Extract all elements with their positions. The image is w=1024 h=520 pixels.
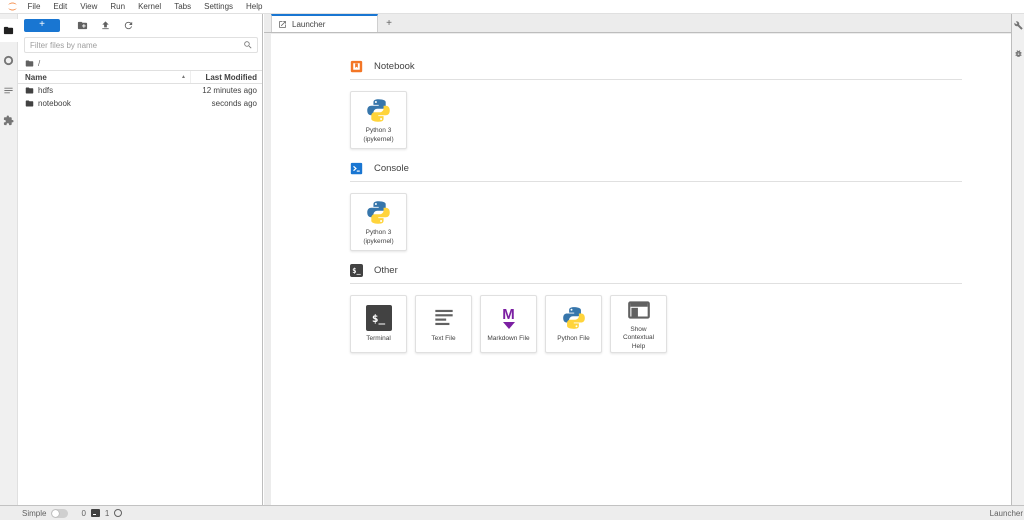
upload-icon[interactable] xyxy=(94,20,117,31)
text-file-icon xyxy=(431,304,457,332)
launcher-section-other: $_ Other $_ Terminal xyxy=(350,264,962,353)
launcher-icon xyxy=(278,20,287,29)
launcher-card-console-python3[interactable]: Python 3 (ipykernel) xyxy=(350,193,407,251)
python-icon xyxy=(365,96,392,124)
card-label: Python File xyxy=(557,335,590,343)
launcher-card-text-file[interactable]: Text File xyxy=(415,295,472,353)
sort-ascending-icon: ▲ xyxy=(181,74,186,80)
menu-tabs[interactable]: Tabs xyxy=(168,0,198,13)
tab-label: Launcher xyxy=(292,20,325,29)
section-title: Notebook xyxy=(374,61,415,72)
menu-bar: File Edit View Run Kernel Tabs Settings … xyxy=(0,0,1024,14)
main-dock: Launcher + Notebook xyxy=(264,14,1011,505)
contextual-help-icon xyxy=(626,297,652,323)
running-icon[interactable] xyxy=(0,49,18,72)
file-row-notebook[interactable]: notebook seconds ago xyxy=(18,97,262,110)
new-tab-button[interactable]: + xyxy=(378,14,400,32)
file-name: notebook xyxy=(38,99,71,108)
new-folder-icon[interactable] xyxy=(71,20,94,31)
kernels-count: 1 xyxy=(105,509,109,518)
folder-icon[interactable] xyxy=(0,19,18,42)
file-browser-panel: + / xyxy=(18,14,263,505)
tab-bar: Launcher + xyxy=(264,14,1011,33)
filter-files-input[interactable] xyxy=(25,41,243,50)
launcher-card-show-contextual-help[interactable]: Show Contextual Help xyxy=(610,295,667,353)
simple-mode-label: Simple xyxy=(22,509,46,518)
file-modified: 12 minutes ago xyxy=(167,86,262,95)
menu-file[interactable]: File xyxy=(21,0,47,13)
section-title: Console xyxy=(374,163,409,174)
extension-icon[interactable] xyxy=(0,109,18,132)
left-sidebar xyxy=(0,14,18,505)
status-bar-context: Launcher xyxy=(990,509,1023,518)
jupyter-logo xyxy=(3,0,21,13)
home-folder-icon[interactable] xyxy=(25,59,34,68)
section-title: Other xyxy=(374,265,398,276)
menu-edit[interactable]: Edit xyxy=(47,0,74,13)
status-bar: Simple 0 1 Launcher xyxy=(0,505,1024,520)
notebook-icon xyxy=(350,60,363,73)
column-header-name[interactable]: Name ▲ xyxy=(18,71,190,83)
terminal-icon: $_ xyxy=(366,304,392,332)
file-modified: seconds ago xyxy=(167,99,262,108)
terminals-count: 0 xyxy=(81,509,85,518)
launcher-card-notebook-python3[interactable]: Python 3 (ipykernel) xyxy=(350,91,407,149)
filter-files-box xyxy=(24,37,258,53)
property-inspector-icon[interactable] xyxy=(1014,21,1023,30)
launcher-section-notebook: Notebook Python 3 (ipykernel) xyxy=(350,60,962,149)
breadcrumb-path: / xyxy=(38,59,40,68)
folder-icon xyxy=(25,99,34,108)
terminal-icon[interactable] xyxy=(91,509,100,517)
menu-run[interactable]: Run xyxy=(104,0,132,13)
terminal-icon: $_ xyxy=(350,264,363,277)
file-list-header: Name ▲ Last Modified xyxy=(18,70,262,84)
card-label: Show Contextual Help xyxy=(614,326,663,350)
debugger-icon[interactable] xyxy=(1014,49,1023,58)
card-label: Markdown File xyxy=(487,335,529,343)
markdown-icon: M xyxy=(502,304,515,332)
file-browser-toolbar: + xyxy=(18,14,262,37)
search-icon xyxy=(243,40,253,50)
folder-icon xyxy=(25,86,34,95)
file-name: hdfs xyxy=(38,86,53,95)
right-sidebar xyxy=(1011,14,1024,505)
menu-kernel[interactable]: Kernel xyxy=(132,0,168,13)
tab-launcher[interactable]: Launcher xyxy=(271,14,378,32)
kernel-icon[interactable] xyxy=(114,509,122,517)
file-row-hdfs[interactable]: hdfs 12 minutes ago xyxy=(18,84,262,97)
launcher-card-terminal[interactable]: $_ Terminal xyxy=(350,295,407,353)
card-label: Python 3 (ipykernel) xyxy=(363,229,393,245)
new-launcher-button[interactable]: + xyxy=(24,19,60,32)
card-label: Terminal xyxy=(366,335,391,343)
console-icon xyxy=(350,162,363,175)
python-icon xyxy=(561,304,587,332)
launcher-panel: Notebook Python 3 (ipykernel) xyxy=(271,34,1011,505)
menu-view[interactable]: View xyxy=(74,0,104,13)
launcher-section-console: Console Python 3 (ipykernel) xyxy=(350,162,962,251)
menu-help[interactable]: Help xyxy=(240,0,269,13)
breadcrumb[interactable]: / xyxy=(18,56,262,70)
launcher-card-python-file[interactable]: Python File xyxy=(545,295,602,353)
menu-settings[interactable]: Settings xyxy=(198,0,240,13)
card-label: Text File xyxy=(431,335,455,343)
column-header-last-modified[interactable]: Last Modified xyxy=(190,71,262,83)
python-icon xyxy=(365,198,392,226)
simple-mode-toggle[interactable] xyxy=(51,509,68,518)
launcher-card-markdown-file[interactable]: M Markdown File xyxy=(480,295,537,353)
toc-icon[interactable] xyxy=(0,79,18,102)
card-label: Python 3 (ipykernel) xyxy=(363,127,393,143)
refresh-icon[interactable] xyxy=(117,20,140,31)
